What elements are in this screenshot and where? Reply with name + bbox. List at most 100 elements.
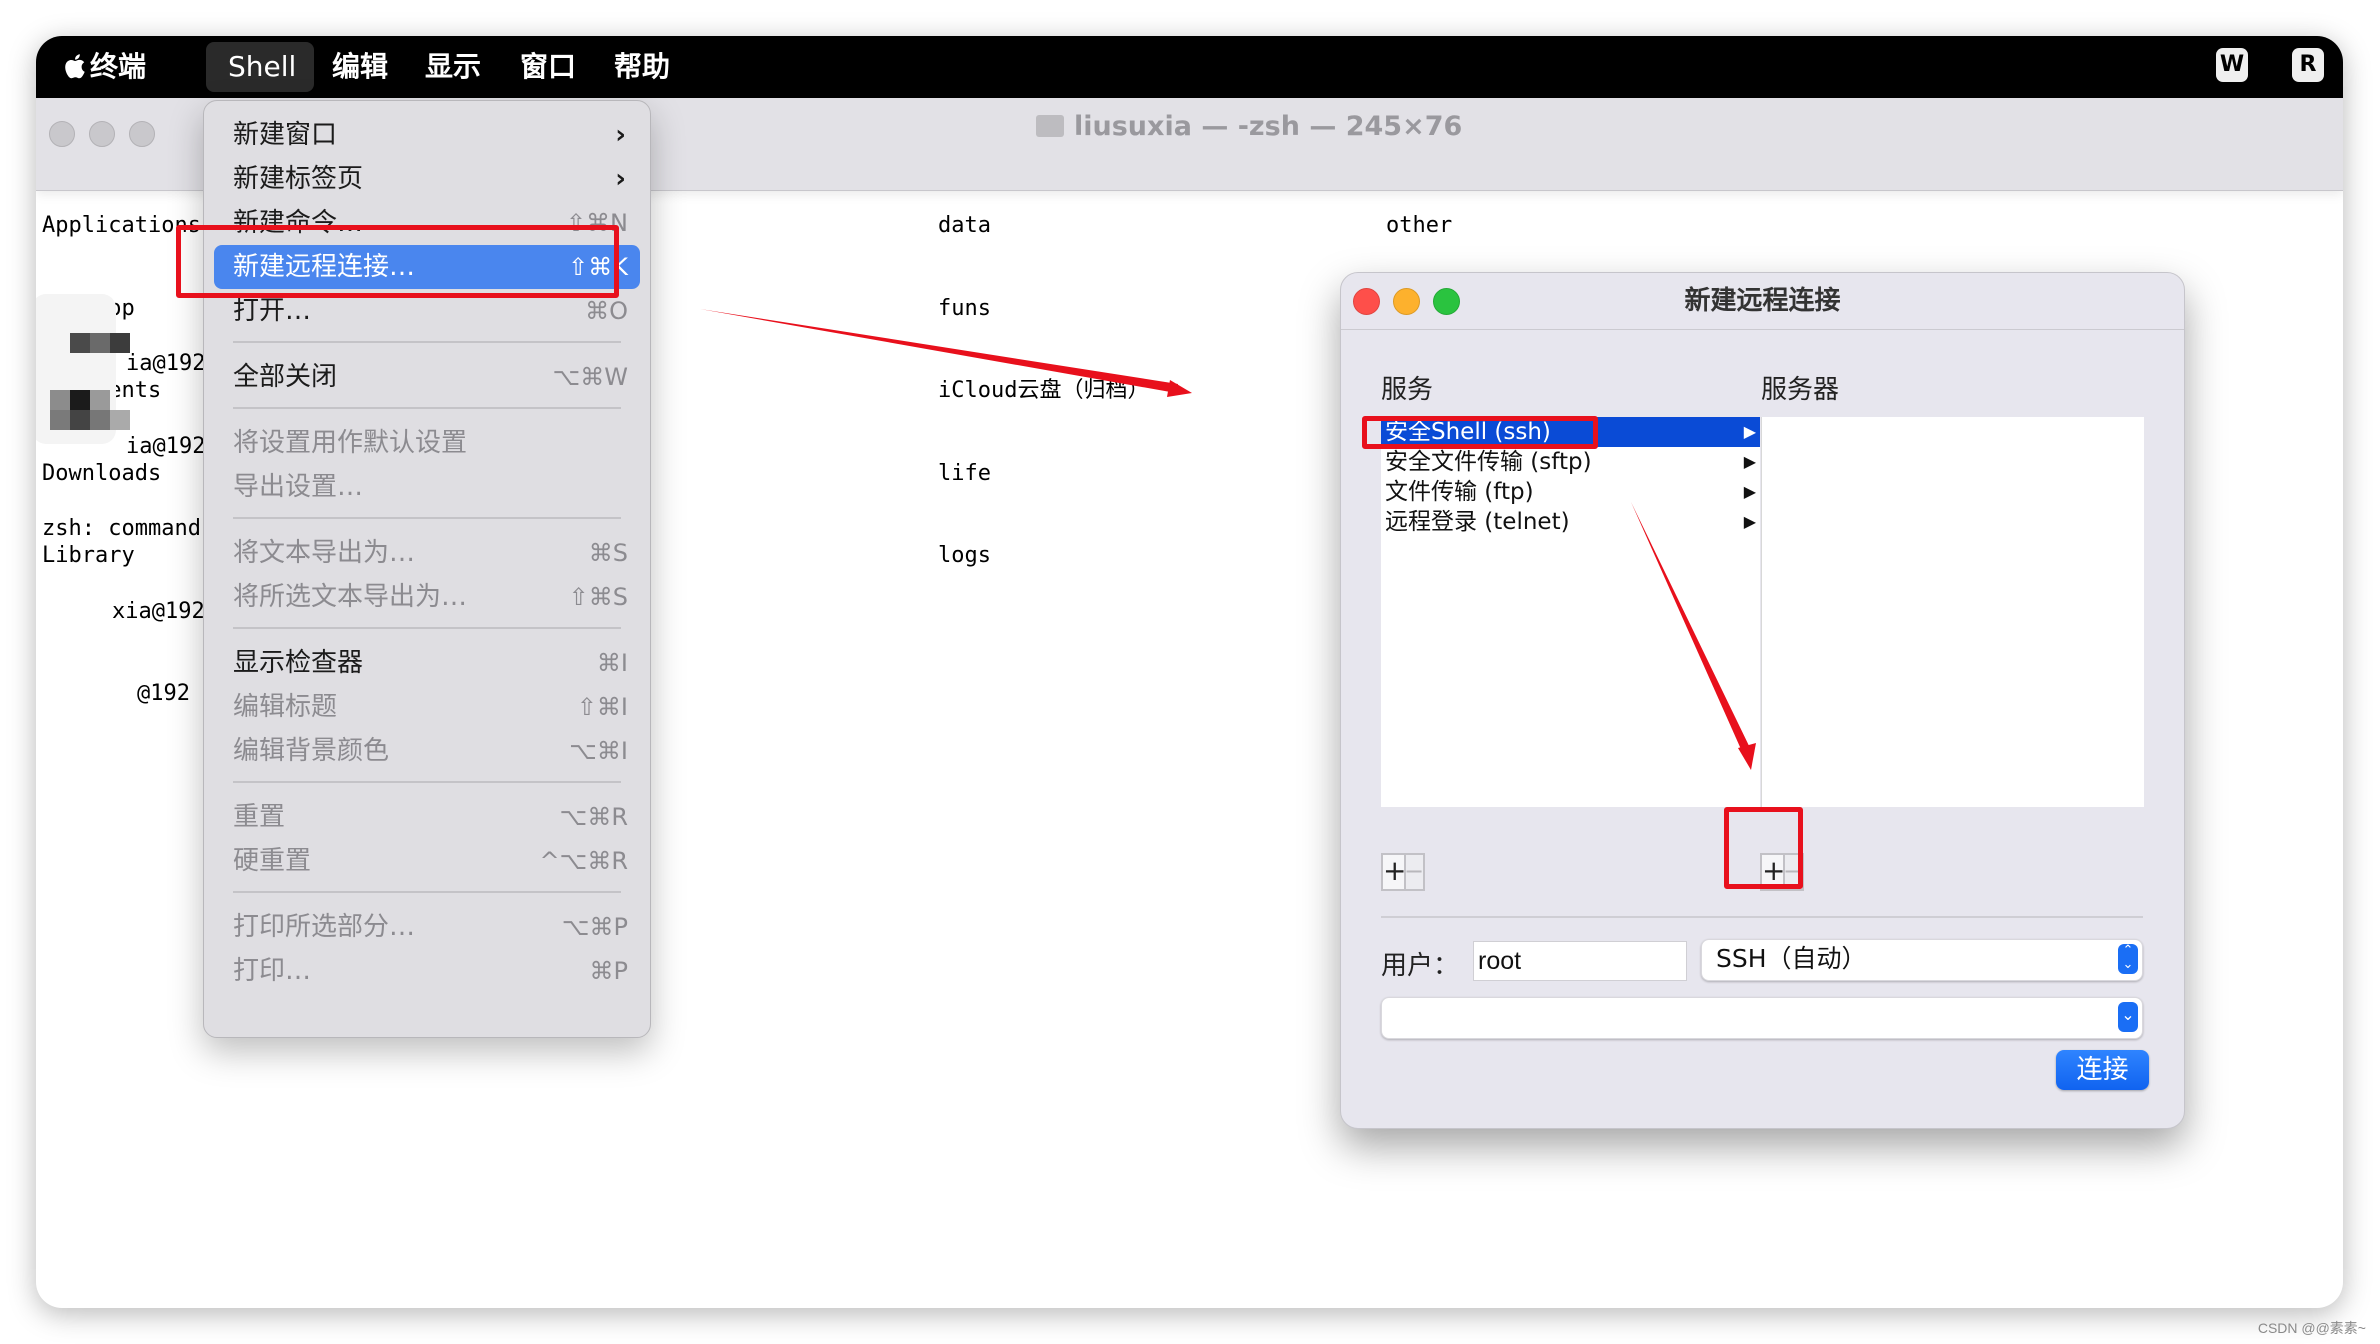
menu-item-shortcut: ⌘P bbox=[589, 957, 628, 985]
chevron-right-icon: › bbox=[615, 120, 626, 150]
menu-edit[interactable]: 编辑 bbox=[332, 36, 388, 98]
menu-item-edit-background-color[interactable]: 编辑背景颜色 ⌥⌘I bbox=[214, 729, 640, 773]
service-item-label: 文件传输 (ftp) bbox=[1385, 479, 1534, 505]
menu-item-shortcut: ⌥⌘I bbox=[569, 737, 628, 765]
menu-item-show-inspector[interactable]: 显示检查器 ⌘I bbox=[214, 641, 640, 685]
menu-item-label: 打印… bbox=[233, 956, 312, 986]
connect-button[interactable]: 连接 bbox=[2056, 1050, 2149, 1090]
annotation-box-ssh bbox=[1362, 416, 1598, 449]
terminal-title: liusuxia — -zsh — 245×76 bbox=[1036, 111, 2343, 142]
menu-item-edit-title[interactable]: 编辑标题 ⇧⌘I bbox=[214, 685, 640, 729]
chevron-right-icon: › bbox=[615, 164, 626, 194]
services-list[interactable]: 安全Shell (ssh) ▶ 安全文件传输 (sftp) ▶ 文件传输 (ftp)… bbox=[1381, 417, 1760, 807]
service-item-label: 安全文件传输 (sftp) bbox=[1385, 449, 1592, 475]
terminal-title-text: liusuxia — -zsh — 245×76 bbox=[1074, 111, 1463, 142]
menu-item-label: 新建窗口 bbox=[233, 120, 338, 150]
menu-item-close-all[interactable]: 全部关闭 ⌥⌘W bbox=[214, 355, 640, 399]
r-app-icon[interactable]: R bbox=[2292, 48, 2324, 82]
menu-shell[interactable]: Shell bbox=[228, 36, 296, 98]
menu-item-new-window[interactable]: 新建窗口 › bbox=[214, 113, 640, 157]
redaction-pixel bbox=[90, 390, 110, 410]
menu-item-label: 显示检查器 bbox=[233, 648, 364, 678]
user-input[interactable]: root bbox=[1473, 941, 1687, 981]
close-button[interactable] bbox=[49, 121, 75, 147]
up-down-chevron-icon: ⌃ ⌄ bbox=[2118, 944, 2138, 974]
menu-item-label: 将设置用作默认设置 bbox=[233, 428, 468, 458]
menu-item-new-tab[interactable]: 新建标签页 › bbox=[214, 157, 640, 201]
protocol-select[interactable]: SSH（自动） ⌃ ⌄ bbox=[1701, 939, 2143, 981]
add-service-button[interactable]: + bbox=[1383, 855, 1406, 889]
menu-item-label: 将文本导出为… bbox=[233, 538, 416, 568]
menu-separator bbox=[233, 407, 621, 409]
menu-item-export-selected-text[interactable]: 将所选文本导出为… ⇧⌘S bbox=[214, 575, 640, 619]
protocol-select-value: SSH（自动） bbox=[1716, 944, 1867, 973]
apple-menu-icon[interactable] bbox=[62, 52, 86, 80]
menu-item-shortcut: ^⌥⌘R bbox=[539, 847, 628, 875]
menu-item-label: 导出设置… bbox=[233, 472, 364, 502]
disclosure-arrow-icon: ▶ bbox=[1743, 452, 1756, 471]
dialog-divider bbox=[1381, 916, 2143, 918]
menu-view[interactable]: 显示 bbox=[425, 36, 481, 98]
menu-item-export-text[interactable]: 将文本导出为… ⌘S bbox=[214, 531, 640, 575]
menu-item-hard-reset[interactable]: 硬重置 ^⌥⌘R bbox=[214, 839, 640, 883]
menu-bar: 终端 Shell 编辑 显示 窗口 帮助 W R bbox=[36, 36, 2343, 98]
service-item-sftp[interactable]: 安全文件传输 (sftp) ▶ bbox=[1381, 447, 1760, 477]
servers-list[interactable] bbox=[1761, 417, 2144, 807]
server-combo-box[interactable]: ⌄ bbox=[1381, 997, 2143, 1039]
service-item-ftp[interactable]: 文件传输 (ftp) ▶ bbox=[1381, 477, 1760, 507]
menu-window[interactable]: 窗口 bbox=[520, 36, 576, 98]
terminal-output-col2: data funs iCloud云盘（归档） life logs bbox=[938, 157, 1149, 625]
menu-item-shortcut: ⌥⌘R bbox=[559, 803, 628, 831]
terminal-line: other bbox=[1386, 213, 1453, 238]
menu-item-reset[interactable]: 重置 ⌥⌘R bbox=[214, 795, 640, 839]
menu-item-use-settings-as-default[interactable]: 将设置用作默认设置 bbox=[214, 421, 640, 465]
servers-label: 服务器 bbox=[1761, 375, 1840, 405]
menu-item-label: 编辑标题 bbox=[233, 692, 338, 722]
service-add-remove-control: + − bbox=[1381, 853, 1425, 891]
terminal-line: data bbox=[938, 213, 991, 238]
dialog-titlebar: 新建远程连接 bbox=[1341, 273, 2184, 330]
redaction-pixel bbox=[70, 390, 90, 410]
minimize-button[interactable] bbox=[89, 121, 115, 147]
menu-item-label: 重置 bbox=[233, 802, 286, 832]
menu-item-shortcut: ⌘S bbox=[588, 539, 628, 567]
menu-item-export-settings[interactable]: 导出设置… bbox=[214, 465, 640, 509]
zoom-button[interactable] bbox=[129, 121, 155, 147]
redaction-pixel bbox=[70, 333, 90, 353]
menu-item-label: 将所选文本导出为… bbox=[233, 582, 468, 612]
menu-terminal[interactable]: 终端 bbox=[90, 36, 146, 98]
menu-item-print-selection[interactable]: 打印所选部分… ⌥⌘P bbox=[214, 905, 640, 949]
redaction-pixel bbox=[90, 410, 110, 430]
menu-separator bbox=[233, 341, 621, 343]
menu-separator bbox=[233, 627, 621, 629]
disclosure-arrow-icon: ▶ bbox=[1743, 482, 1756, 501]
terminal-line: iCloud云盘（归档） bbox=[938, 378, 1150, 403]
terminal-line: life bbox=[938, 460, 991, 486]
terminal-line: funs bbox=[938, 295, 991, 321]
annotation-box-add-server bbox=[1724, 807, 1803, 889]
menu-separator bbox=[233, 891, 621, 893]
menu-help[interactable]: 帮助 bbox=[614, 36, 670, 98]
redaction-pixel bbox=[50, 390, 70, 410]
menu-item-shortcut: ⇧⌘I bbox=[576, 693, 628, 721]
service-item-telnet[interactable]: 远程登录 (telnet) ▶ bbox=[1381, 507, 1760, 537]
wps-icon[interactable]: W bbox=[2216, 48, 2248, 82]
redaction-pixel bbox=[90, 333, 110, 353]
remove-service-button[interactable]: − bbox=[1404, 855, 1424, 889]
menu-item-label: 编辑背景颜色 bbox=[233, 736, 390, 766]
menu-item-label: 新建标签页 bbox=[233, 164, 364, 194]
chevron-down-icon[interactable]: ⌄ bbox=[2118, 1002, 2138, 1032]
terminal-line: zsh: command bbox=[42, 516, 201, 541]
menu-item-shortcut: ⌥⌘W bbox=[552, 363, 628, 391]
user-label: 用户： bbox=[1381, 951, 1460, 981]
redaction-pixel bbox=[110, 333, 130, 353]
services-label: 服务 bbox=[1381, 375, 1434, 405]
service-item-label: 远程登录 (telnet) bbox=[1385, 509, 1570, 535]
watermark: CSDN @@素素~ bbox=[2257, 1320, 2366, 1336]
menu-item-shortcut: ⌥⌘P bbox=[561, 913, 628, 941]
home-folder-icon bbox=[1036, 115, 1064, 137]
redaction-pixel bbox=[50, 410, 70, 430]
menu-item-print[interactable]: 打印… ⌘P bbox=[214, 949, 640, 993]
terminal-line: xia@192 bbox=[112, 598, 205, 624]
menu-item-label: 全部关闭 bbox=[233, 362, 338, 392]
